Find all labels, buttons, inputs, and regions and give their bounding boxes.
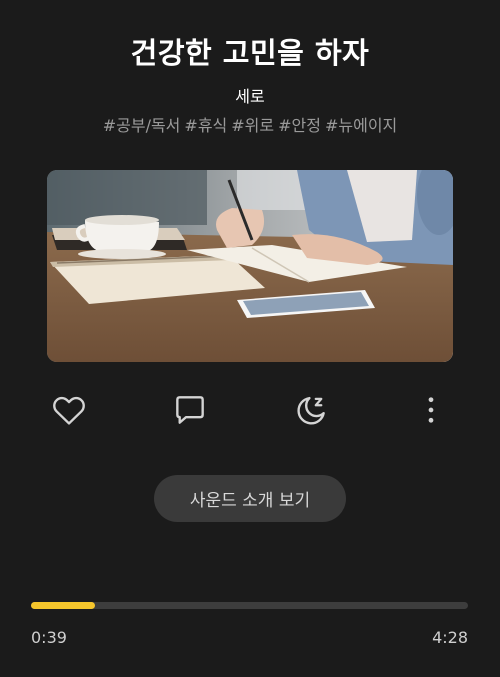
more-vertical-icon (428, 397, 434, 423)
track-title: 건강한 고민을 하자 (130, 36, 370, 70)
current-time: 0:39 (31, 628, 67, 647)
tag-item[interactable]: #공부/독서 (103, 116, 181, 135)
playback-progress-fill (31, 602, 96, 609)
comment-button[interactable] (168, 388, 212, 432)
tag-item[interactable]: #휴식 (184, 116, 227, 135)
like-button[interactable] (47, 388, 91, 432)
total-time: 4:28 (432, 628, 468, 647)
study-desk-photo (47, 170, 453, 362)
more-button[interactable] (409, 388, 453, 432)
track-artist: 세로 (235, 87, 265, 106)
tag-list: #공부/독서 #휴식 #위로 #안정 #뉴에이지 (0, 112, 500, 136)
sleep-moon-icon (297, 396, 325, 425)
playback-progress-bar[interactable] (31, 602, 468, 609)
cover-image (47, 170, 453, 362)
action-bar (0, 388, 500, 432)
heart-icon (53, 396, 85, 425)
comment-icon (176, 396, 204, 424)
sound-intro-button[interactable]: 사운드 소개 보기 (154, 475, 346, 522)
tag-item[interactable]: #뉴에이지 (325, 116, 397, 135)
tag-item[interactable]: #위로 (231, 116, 274, 135)
sleep-timer-button[interactable] (289, 388, 333, 432)
tag-item[interactable]: #안정 (278, 116, 321, 135)
